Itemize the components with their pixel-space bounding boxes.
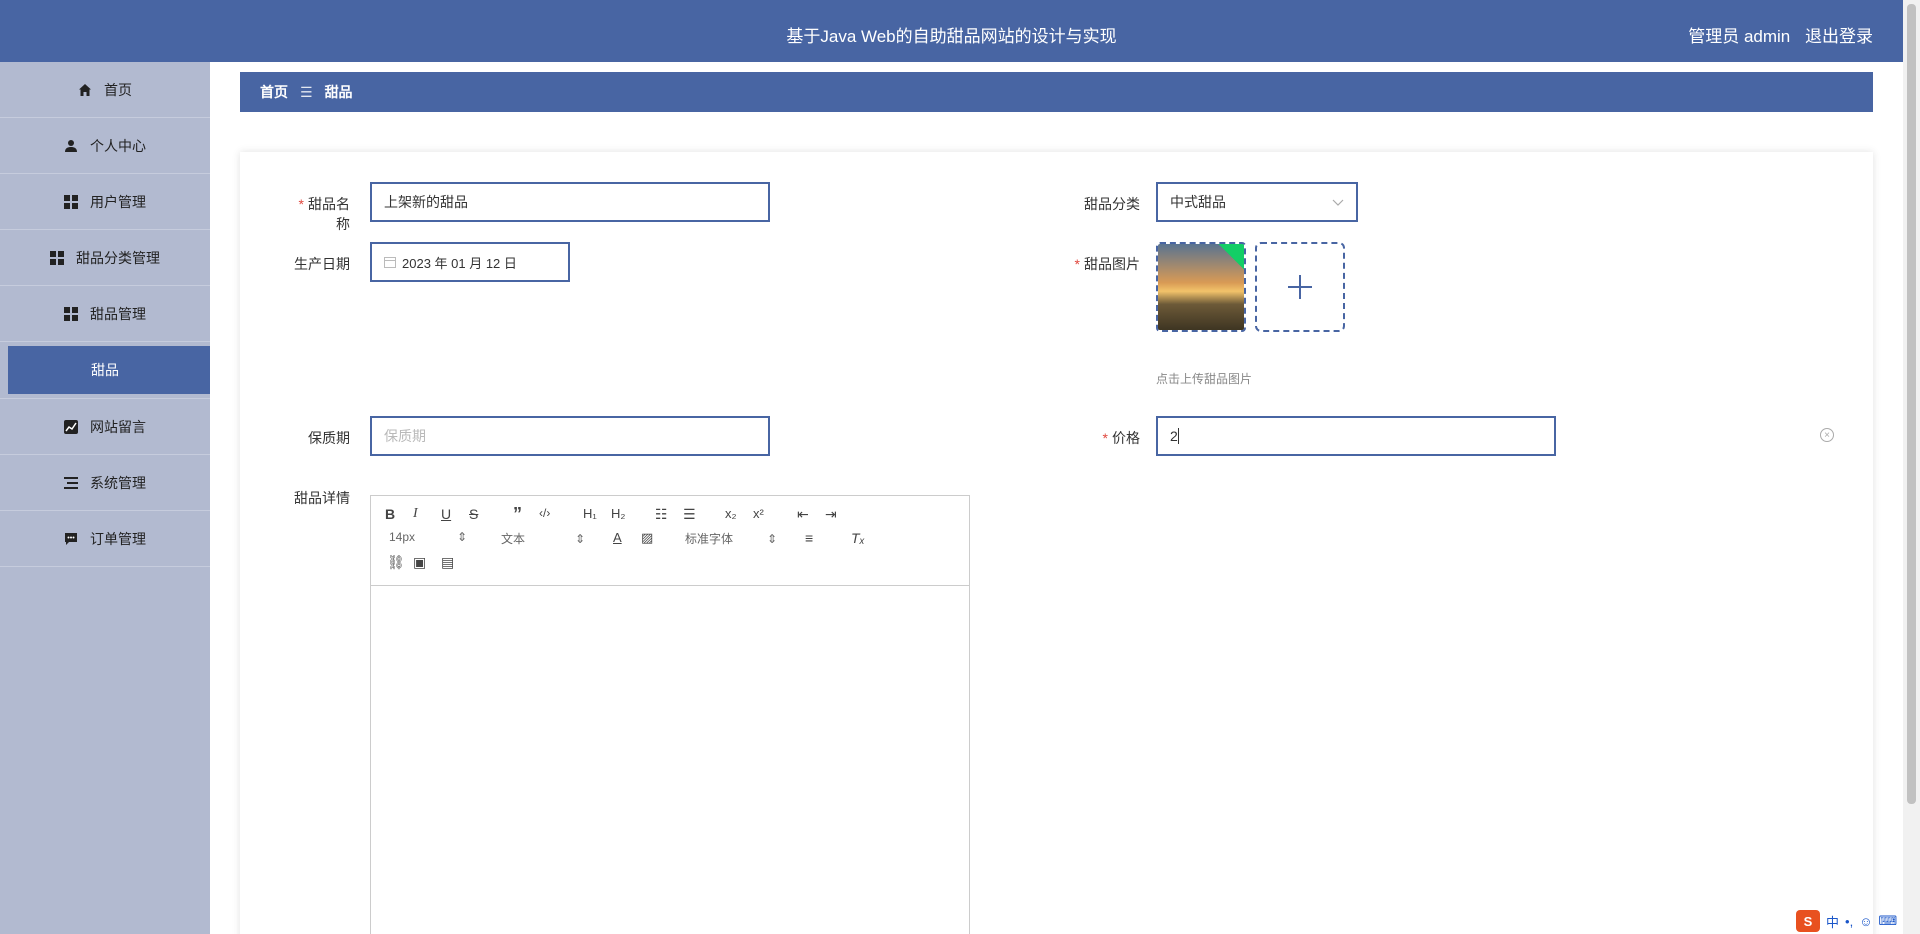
clear-icon[interactable]: ×: [1820, 428, 1834, 442]
align-icon[interactable]: ≡: [805, 530, 813, 546]
breadcrumb-current: 甜品: [324, 84, 353, 100]
list-icon: [64, 476, 78, 490]
category-select[interactable]: 中式甜品: [1156, 182, 1358, 222]
site-title: 基于Java Web的自助甜品网站的设计与实现: [786, 27, 1117, 46]
user-icon: [64, 139, 78, 153]
sidebar-item-label: 订单管理: [90, 530, 146, 547]
video-icon[interactable]: ▤: [441, 554, 454, 571]
scrollbar-thumb[interactable]: [1907, 4, 1916, 804]
sidebar-item-label: 个人中心: [90, 137, 146, 154]
sidebar-item-home[interactable]: 首页: [0, 62, 210, 118]
sidebar-item-label: 首页: [104, 81, 132, 98]
sidebar-submenu: 甜品: [0, 342, 210, 399]
sidebar-item-label: 用户管理: [90, 193, 146, 210]
clear-format-icon[interactable]: Tₓ: [851, 530, 865, 546]
outdent-icon[interactable]: ⇤: [797, 506, 809, 523]
name-input[interactable]: 上架新的甜品: [370, 182, 770, 222]
emoji-icon[interactable]: ☺: [1859, 914, 1872, 929]
sidebar-item-profile[interactable]: 个人中心: [0, 118, 210, 174]
sidebar-item-orders[interactable]: 订单管理: [0, 511, 210, 567]
image-icon[interactable]: ▣: [413, 554, 426, 571]
blockquote-icon[interactable]: ”: [513, 504, 522, 525]
grid-icon: [50, 250, 64, 265]
strikethrough-icon[interactable]: S: [469, 506, 478, 522]
sidebar-item-messages[interactable]: 网站留言: [0, 399, 210, 455]
detail-label: 甜品详情: [294, 490, 350, 506]
chart-icon: [64, 419, 78, 434]
category-label: 甜品分类: [1084, 196, 1140, 212]
chat-icon: [64, 532, 78, 546]
rich-text-editor: B I U S ” ‹/› H₁ H₂ ☷ ☰ x₂ x² ⇤ ⇥ 14px ⇕ …: [370, 495, 970, 934]
plus-icon: [1288, 275, 1312, 299]
heading1-icon[interactable]: H₁: [583, 506, 597, 521]
format-select[interactable]: 文本 ⇕: [501, 530, 585, 547]
sidebar-item-system[interactable]: 系统管理: [0, 455, 210, 511]
breadcrumb: 首页 ☰ 甜品: [240, 72, 1873, 112]
sogou-icon: S: [1796, 910, 1820, 932]
text-cursor: [1177, 428, 1179, 444]
superscript-icon[interactable]: x²: [753, 506, 764, 521]
font-size-select[interactable]: 14px ⇕: [389, 530, 467, 544]
form-card: * 甜品名称 上架新的甜品 甜品分类 中式甜品 生产日期 2023 年 01 月 …: [240, 152, 1873, 934]
indent-icon[interactable]: ⇥: [825, 506, 837, 523]
price-label: * 价格: [1102, 430, 1140, 446]
image-upload-hint: 点击上传甜品图片: [1156, 372, 1253, 386]
date-label: 生产日期: [294, 256, 350, 272]
subscript-icon[interactable]: x₂: [725, 506, 737, 521]
sidebar-item-label: 网站留言: [90, 418, 146, 435]
chevron-down-icon: [1332, 194, 1344, 210]
editor-content-area[interactable]: [371, 586, 969, 934]
heading2-icon[interactable]: H₂: [611, 506, 625, 521]
admin-label: 管理员 admin: [1688, 27, 1791, 46]
sidebar-item-label: 甜品分类管理: [76, 249, 160, 266]
sidebar-item-label: 甜品: [91, 362, 119, 378]
keyboard-icon[interactable]: ⌨: [1878, 913, 1897, 929]
sidebar-item-dessert-category[interactable]: 甜品分类管理: [0, 230, 210, 286]
date-picker[interactable]: 2023 年 01 月 12 日: [370, 242, 570, 282]
sidebar-item-label: 甜品管理: [90, 305, 146, 322]
ordered-list-icon[interactable]: ☷: [655, 506, 668, 523]
sidebar-item-dessert-management[interactable]: 甜品管理: [0, 286, 210, 342]
page-scrollbar[interactable]: [1903, 0, 1920, 934]
breadcrumb-separator: ☰: [300, 83, 313, 100]
logout-link[interactable]: 退出登录: [1805, 27, 1873, 46]
grid-icon: [64, 306, 78, 321]
ime-toolbar: S 中 •, ☺ ⌨: [1790, 908, 1920, 934]
sidebar-item-dessert[interactable]: 甜品: [8, 346, 210, 394]
user-area: 管理员 admin 退出登录: [1678, 22, 1873, 47]
breadcrumb-home[interactable]: 首页: [260, 82, 288, 102]
underline-icon[interactable]: U: [441, 506, 451, 522]
grid-icon: [64, 194, 78, 209]
bold-icon[interactable]: B: [385, 506, 395, 522]
uploaded-image-thumbnail[interactable]: [1156, 242, 1246, 332]
shelf-life-input[interactable]: 保质期: [370, 416, 770, 456]
home-icon: [78, 83, 92, 97]
font-family-select[interactable]: 标准字体 ⇕: [685, 530, 777, 547]
background-color-icon[interactable]: ▨: [641, 530, 653, 546]
shelf-life-label: 保质期: [308, 430, 350, 446]
bullet-list-icon[interactable]: ☰: [683, 506, 696, 523]
code-block-icon[interactable]: ‹/›: [539, 506, 550, 520]
sidebar-item-users[interactable]: 用户管理: [0, 174, 210, 230]
punctuation-icon[interactable]: •,: [1845, 914, 1853, 929]
calendar-icon: [384, 256, 396, 268]
top-header: 基于Java Web的自助甜品网站的设计与实现 管理员 admin 退出登录: [0, 0, 1903, 62]
italic-icon[interactable]: I: [413, 506, 418, 522]
ime-mode-label[interactable]: 中: [1826, 912, 1839, 931]
image-label: * 甜品图片: [1074, 256, 1140, 272]
upload-add-button[interactable]: [1255, 242, 1345, 332]
text-color-icon[interactable]: A: [613, 530, 622, 545]
sidebar: 首页 个人中心 用户管理 甜品分类管理 甜品管理 甜品 网站留言 系统管理 订单…: [0, 62, 210, 934]
sidebar-item-label: 系统管理: [90, 474, 146, 491]
editor-toolbar: B I U S ” ‹/› H₁ H₂ ☷ ☰ x₂ x² ⇤ ⇥ 14px ⇕ …: [371, 496, 969, 586]
name-label: * 甜品名称: [298, 196, 350, 232]
price-input[interactable]: 2: [1156, 416, 1556, 456]
link-icon[interactable]: ⛓: [387, 554, 405, 571]
